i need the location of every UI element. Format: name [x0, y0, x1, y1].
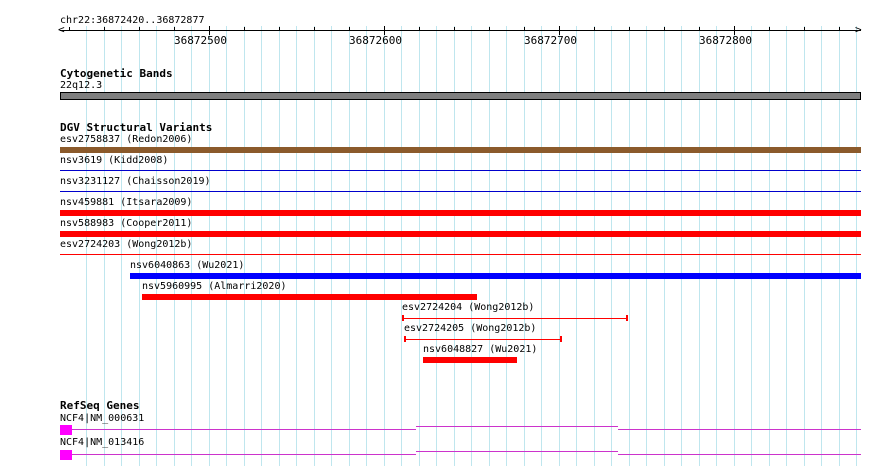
gene-exon[interactable] [60, 450, 72, 460]
variant-label: nsv3231127 (Chaisson2019) [60, 176, 211, 187]
minor-tick [699, 27, 700, 31]
variant-feature[interactable] [60, 147, 861, 153]
minor-tick [244, 27, 245, 31]
variant-label: nsv5960995 (Almarri2020) [142, 281, 287, 292]
minor-tick [174, 27, 175, 31]
minor-tick [279, 27, 280, 31]
variant-label: nsv6040863 (Wu2021) [130, 260, 245, 271]
variant-feature[interactable] [130, 273, 861, 279]
variant-label: nsv588983 (Cooper2011) [60, 218, 193, 229]
ruler-axis [60, 30, 861, 31]
gene-label: NCF4|NM_013416 [60, 437, 145, 448]
gene-intron[interactable] [416, 451, 618, 452]
minor-tick [839, 27, 840, 31]
minor-tick [419, 27, 420, 31]
gene-exon[interactable] [60, 425, 72, 435]
variant-feature[interactable] [404, 339, 562, 340]
minor-tick [104, 27, 105, 31]
gene-intron[interactable] [416, 426, 618, 427]
gene-intron[interactable] [618, 429, 861, 430]
gene-label: NCF4|NM_000631 [60, 413, 145, 424]
tick-label: 36872500 [174, 34, 227, 47]
minor-tick [664, 27, 665, 31]
cytoband-22q12-3[interactable] [60, 92, 861, 100]
minor-tick [489, 27, 490, 31]
tick-label: 36872700 [524, 34, 577, 47]
variant-label: esv2724203 (Wong2012b) [60, 239, 193, 250]
variant-label: nsv459881 (Itsara2009) [60, 197, 193, 208]
variant-label: esv2724205 (Wong2012b) [404, 323, 537, 334]
minor-tick [454, 27, 455, 31]
minor-tick [629, 27, 630, 31]
variant-label: nsv3619 (Kidd2008) [60, 155, 169, 166]
minor-tick [139, 27, 140, 31]
genome-browser: chr22:36872420..36872877 < > 36872500 36… [0, 0, 890, 466]
variant-feature[interactable] [60, 210, 861, 216]
variant-feature[interactable] [60, 254, 861, 255]
variant-label: esv2724204 (Wong2012b) [402, 302, 535, 313]
arrow-right-icon: > [855, 23, 862, 36]
gene-intron[interactable] [72, 454, 416, 455]
minor-tick [314, 27, 315, 31]
variant-feature[interactable] [60, 191, 861, 192]
location-label: chr22:36872420..36872877 [60, 15, 205, 26]
track-title: RefSeq Genes [60, 399, 140, 412]
track-title: DGV Structural Variants [60, 121, 213, 134]
variant-label: esv2758837 (Redon2006) [60, 134, 193, 145]
variant-feature[interactable] [142, 294, 477, 300]
tick-label: 36872800 [699, 34, 752, 47]
variant-feature[interactable] [60, 231, 861, 237]
minor-tick [349, 27, 350, 31]
variant-feature[interactable] [423, 357, 517, 363]
variant-end-cap [560, 336, 562, 342]
track-title: Cytogenetic Bands [60, 67, 173, 80]
band-label: 22q12.3 [60, 80, 103, 91]
variant-feature[interactable] [402, 318, 628, 319]
variant-feature[interactable] [60, 170, 861, 171]
minor-tick [524, 27, 525, 31]
variant-end-cap [626, 315, 628, 321]
minor-tick [769, 27, 770, 31]
arrow-left-icon: < [58, 23, 65, 36]
minor-tick [69, 27, 70, 31]
tick-label: 36872600 [349, 34, 402, 47]
minor-tick [594, 27, 595, 31]
gene-intron[interactable] [618, 454, 861, 455]
variant-label: nsv6048827 (Wu2021) [423, 344, 538, 355]
minor-tick [804, 27, 805, 31]
gene-intron[interactable] [72, 429, 416, 430]
